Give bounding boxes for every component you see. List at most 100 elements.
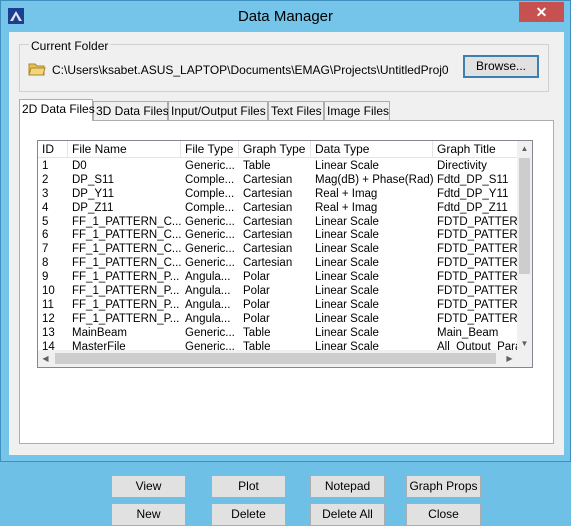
new-button[interactable]: New — [111, 503, 186, 526]
tab-input-output-files[interactable]: Input/Output Files — [168, 101, 268, 120]
client-area: Current Folder C:\Users\ksabet.ASUS_LAPT… — [9, 32, 564, 526]
column-header-file-type[interactable]: File Type — [181, 141, 239, 158]
cell-data-type: Linear Scale — [315, 312, 379, 325]
cell-file-type: Comple... — [185, 201, 235, 214]
cell-data-type: Linear Scale — [315, 257, 379, 270]
cell-graph-type: Cartesian — [243, 243, 293, 256]
notepad-button[interactable]: Notepad — [310, 475, 385, 498]
cell-graph-type: Cartesian — [243, 187, 293, 200]
folder-icon — [28, 63, 46, 76]
cell-graph-type: Cartesian — [243, 173, 293, 186]
cell-file-name: MainBeam — [72, 326, 127, 339]
vertical-scrollbar[interactable]: ▲ ▼ — [517, 141, 532, 351]
cell-file-type: Generic... — [185, 257, 235, 270]
cell-file-type: Angula... — [185, 271, 231, 284]
cell-graph-type: Polar — [243, 312, 270, 325]
column-header-id[interactable]: ID — [38, 141, 68, 158]
cell-graph-title: FDTD_PATTERN — [437, 215, 524, 228]
cell-data-type: Linear Scale — [315, 326, 379, 339]
tab-3d-data-files[interactable]: 3D Data Files — [93, 101, 169, 120]
table-row[interactable]: 5 FF_1_PATTERN_C... Generic... Cartesian Lin… — [38, 215, 524, 229]
vertical-scroll-thumb[interactable] — [519, 158, 530, 274]
table-row[interactable]: 2 DP_S11 Comple... Cartesian Mag(dB) + Phase… — [38, 173, 524, 187]
cell-data-type: Linear Scale — [315, 160, 379, 172]
table-row[interactable]: 1 D0 Generic... Table Linear Scale Directivit… — [38, 159, 524, 173]
scroll-up-icon[interactable]: ▲ — [517, 141, 532, 156]
cell-graph-title: Fdtd_DP_S11 — [437, 173, 509, 186]
table-row[interactable]: 6 FF_1_PATTERN_C... Generic... Cartesian Lin… — [38, 228, 524, 242]
cell-graph-title: Directivity — [437, 160, 487, 172]
cell-graph-title: FDTD_PATTERN — [437, 229, 524, 242]
list-header: ID File Name File Type Graph Type Data T… — [38, 141, 524, 158]
cell-id: 7 — [42, 243, 49, 256]
cell-file-type: Comple... — [185, 173, 235, 186]
window-close-button[interactable]: ✕ — [519, 2, 564, 22]
cell-file-name: FF_1_PATTERN_P... — [72, 298, 180, 311]
close-button[interactable]: Close — [406, 503, 481, 526]
plot-button[interactable]: Plot — [211, 475, 286, 498]
scroll-left-icon[interactable]: ◀ — [38, 350, 53, 367]
cell-graph-type: Cartesian — [243, 201, 293, 214]
table-row[interactable]: 13 MainBeam Generic... Table Linear Scale Mai… — [38, 326, 524, 340]
cell-graph-type: Polar — [243, 298, 270, 311]
cell-file-name: FF_1_PATTERN_C... — [72, 215, 181, 228]
cell-file-name: FF_1_PATTERN_P... — [72, 271, 180, 284]
cell-graph-type: Table — [243, 326, 271, 339]
cell-graph-title: FDTD_PATTERN — [437, 271, 524, 284]
cell-id: 11 — [42, 298, 54, 311]
cell-file-type: Generic... — [185, 160, 235, 172]
data-manager-window: Data Manager ✕ Current Folder C:\Users\k… — [0, 0, 571, 526]
delete-all-button[interactable]: Delete All — [310, 503, 385, 526]
cell-data-type: Linear Scale — [315, 285, 379, 298]
table-row[interactable]: 9 FF_1_PATTERN_P... Angula... Polar Linear S… — [38, 270, 524, 284]
table-row[interactable]: 8 FF_1_PATTERN_C... Generic... Cartesian Lin… — [38, 256, 524, 270]
tab-2d-data-files[interactable]: 2D Data Files — [19, 99, 95, 121]
cell-data-type: Linear Scale — [315, 298, 379, 311]
cell-data-type: Linear Scale — [315, 215, 379, 228]
table-row[interactable]: 7 FF_1_PATTERN_C... Generic... Cartesian Lin… — [38, 242, 524, 256]
browse-button[interactable]: Browse... — [463, 55, 539, 78]
cell-id: 6 — [42, 229, 49, 242]
cell-graph-type: Polar — [243, 285, 270, 298]
view-button[interactable]: View — [111, 475, 186, 498]
column-header-data-type[interactable]: Data Type — [311, 141, 433, 158]
cell-file-name: FF_1_PATTERN_C... — [72, 229, 181, 242]
table-row[interactable]: 10 FF_1_PATTERN_P... Angula... Polar Linear … — [38, 284, 524, 298]
cell-graph-title: FDTD_PATTERN — [437, 243, 524, 256]
scroll-right-icon[interactable]: ▶ — [502, 350, 517, 367]
graph-props-button[interactable]: Graph Props — [406, 475, 481, 498]
cell-graph-type: Polar — [243, 271, 270, 284]
cell-graph-title: Fdtd_DP_Z11 — [437, 201, 508, 214]
cell-graph-title: FDTD_PATTERN — [437, 312, 524, 325]
cell-id: 4 — [42, 201, 49, 214]
cell-id: 3 — [42, 187, 49, 200]
cell-graph-title: FDTD_PATTERN — [437, 298, 524, 311]
cell-data-type: Real + Imag — [315, 201, 378, 214]
tab-image-files[interactable]: Image Files — [324, 101, 390, 120]
cell-graph-type: Table — [243, 160, 271, 172]
cell-file-type: Angula... — [185, 298, 231, 311]
table-row[interactable]: 4 DP_Z11 Comple... Cartesian Real + Imag Fdtd… — [38, 201, 524, 215]
column-header-graph-type[interactable]: Graph Type — [239, 141, 311, 158]
delete-button[interactable]: Delete — [211, 503, 286, 526]
cell-file-name: DP_Z11 — [72, 201, 114, 214]
cell-graph-title: FDTD_PATTERN — [437, 257, 524, 270]
horizontal-scroll-thumb[interactable] — [55, 353, 496, 364]
scroll-down-icon[interactable]: ▼ — [517, 336, 532, 351]
table-row[interactable]: 11 FF_1_PATTERN_P... Angula... Polar Linear … — [38, 298, 524, 312]
horizontal-scrollbar[interactable]: ◀ ▶ — [38, 350, 532, 367]
table-row[interactable]: 3 DP_Y11 Comple... Cartesian Real + Imag Fdtd… — [38, 187, 524, 201]
tab-text-files[interactable]: Text Files — [268, 101, 324, 120]
title-bar[interactable]: Data Manager ✕ — [1, 1, 570, 32]
table-row[interactable]: 12 FF_1_PATTERN_P... Angula... Polar Linear … — [38, 312, 524, 326]
cell-file-type: Angula... — [185, 285, 231, 298]
cell-id: 1 — [42, 160, 49, 172]
cell-graph-type: Cartesian — [243, 229, 293, 242]
cell-data-type: Linear Scale — [315, 229, 379, 242]
cell-file-name: FF_1_PATTERN_P... — [72, 285, 180, 298]
cell-file-name: FF_1_PATTERN_P... — [72, 312, 180, 325]
files-list[interactable]: ID File Name File Type Graph Type Data T… — [37, 140, 533, 368]
cell-file-type: Generic... — [185, 215, 235, 228]
column-header-graph-title[interactable]: Graph Title — [433, 141, 524, 158]
column-header-file-name[interactable]: File Name — [68, 141, 181, 158]
